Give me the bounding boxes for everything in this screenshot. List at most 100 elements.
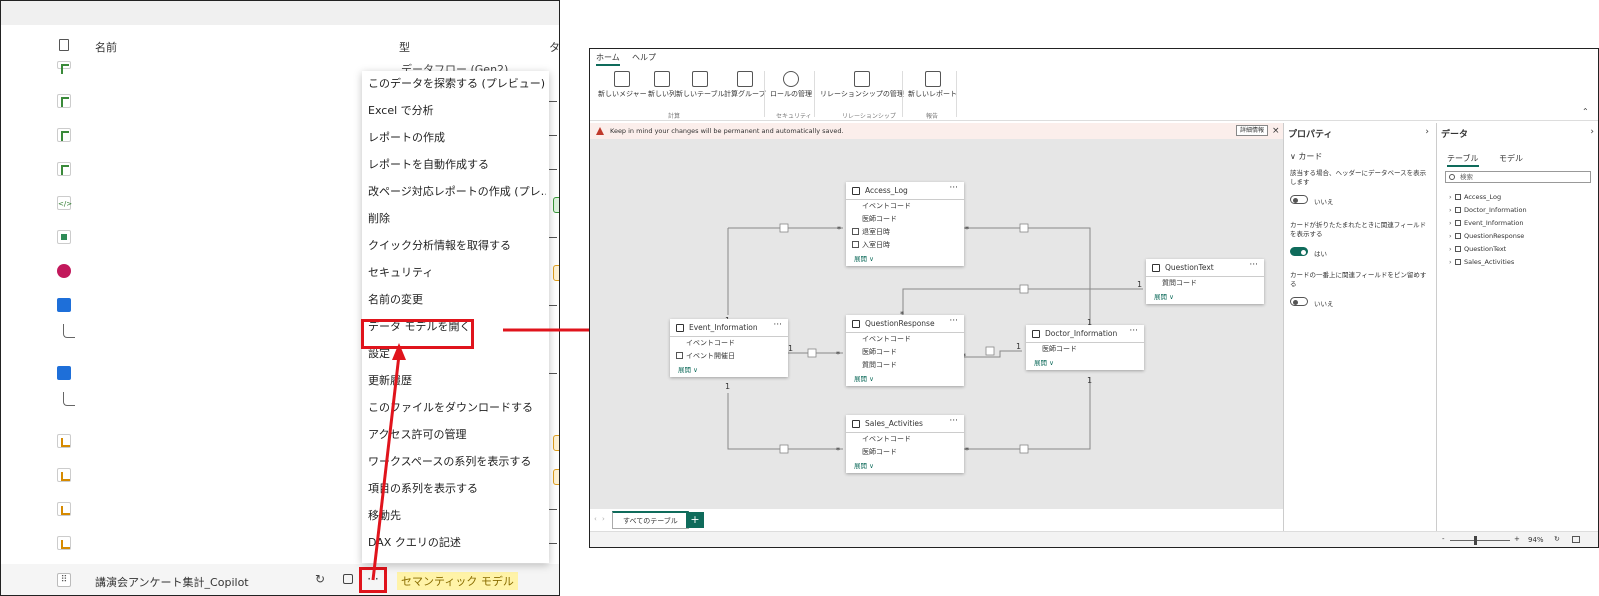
schedule-icon[interactable] [343,574,353,584]
report-icon [57,502,71,516]
menu-item-analyze-excel[interactable]: Excel で分析 [368,98,546,124]
cardinality-many: * [836,446,840,455]
table-card-sales-activities[interactable]: Sales_Activities ··· イベントコード 医師コード 展開 ∨ [846,415,964,473]
field-item[interactable]: イベントコード [846,433,964,446]
menu-item-explore[interactable]: このデータを探索する (プレビュー) [368,71,546,97]
zoom-slider-thumb[interactable] [1474,536,1477,545]
table-row-semantic-model[interactable]: ⠿ 講演会アンケート集計_Copilot ↻ ··· セマンティック モデル [1,564,559,595]
data-tree-item[interactable]: › Event_Information [1449,219,1524,227]
data-tree-item[interactable]: › Sales_Activities [1449,258,1514,266]
menu-item-dax-query[interactable]: DAX クエリの記述 [368,530,546,556]
new-table-button[interactable]: 新しいテーブル [676,71,725,99]
toggle-pin-related-fields[interactable] [1290,297,1308,306]
search-input[interactable]: 検索 [1445,171,1591,183]
relationship-icon [853,71,870,87]
menu-item-download[interactable]: このファイルをダウンロードする [368,395,546,421]
manage-relationships-button[interactable]: リレーションシップの管理 [820,71,904,99]
toggle-show-related-fields[interactable] [1290,247,1308,256]
tab-tables[interactable]: テーブル [1447,153,1479,167]
menu-item-auto-report[interactable]: レポートを自動作成する [368,152,546,178]
menu-item-delete[interactable]: 削除 [368,206,546,232]
cardinality-many: * [837,225,841,234]
calc-group-button[interactable]: 計算グループ [724,71,766,99]
collapse-ribbon-icon[interactable]: ⌃ [1582,107,1589,116]
more-options-icon[interactable]: ··· [773,320,782,330]
expand-link[interactable]: 展開 ∨ [1146,290,1264,304]
expand-link[interactable]: 展開 ∨ [846,459,964,473]
menu-item-workspace-lineage[interactable]: ワークスペースの系列を表示する [368,449,546,475]
field-item-date[interactable]: 退室日時 [846,226,964,239]
manage-roles-button[interactable]: ロールの管理 [770,71,812,99]
menu-item-refresh-history[interactable]: 更新履歴 [368,368,546,394]
menu-item-security[interactable]: セキュリティ [368,260,546,286]
fit-to-screen-icon[interactable] [1572,536,1580,543]
learn-more-button[interactable]: 詳細情報 [1236,125,1269,136]
new-report-button[interactable]: 新しいレポート [908,71,957,99]
menu-item-item-lineage[interactable]: 項目の系列を表示する [368,476,546,502]
collapse-pane-icon[interactable]: › [1425,127,1429,137]
data-tree-item[interactable]: › QuestionText [1449,245,1506,253]
data-tree-item[interactable]: › QuestionResponse [1449,232,1524,240]
table-card-event-information[interactable]: Event_Information ··· イベントコード イベント開催日 展開 … [670,319,788,377]
section-header-card[interactable]: ∨ カード [1290,151,1322,162]
table-card-question-response[interactable]: QuestionResponse ··· イベントコード 医師コード 質問コード … [846,315,964,386]
close-icon[interactable]: × [1272,123,1280,139]
item-name[interactable]: 講演会アンケート集計_Copilot [95,574,249,590]
field-item[interactable]: 質問コード [1146,277,1264,290]
column-header-more[interactable]: タ [549,39,559,55]
table-card-doctor-information[interactable]: Doctor_Information ··· 医師コード 展開 ∨ [1026,325,1144,370]
field-item[interactable]: 医師コード [846,346,964,359]
column-header-type[interactable]: 型 [399,39,410,55]
field-item[interactable]: イベントコード [846,200,964,213]
add-layout-button[interactable]: + [686,512,704,528]
menu-item-manage-permissions[interactable]: アクセス許可の管理 [368,422,546,448]
tab-home[interactable]: ホーム [596,52,620,66]
refresh-icon[interactable]: ↻ [315,572,325,586]
new-measure-button[interactable]: 新しいメジャー [598,71,647,99]
column-header-name[interactable]: 名前 [95,39,117,55]
expand-link[interactable]: 展開 ∨ [670,363,788,377]
collapse-pane-icon[interactable]: › [1590,127,1594,137]
field-item[interactable]: 医師コード [846,446,964,459]
field-item-date[interactable]: イベント開催日 [670,350,788,363]
menu-item-rename[interactable]: 名前の変更 [368,287,546,313]
field-item[interactable]: 医師コード [1026,343,1144,356]
toggle-show-database[interactable] [1290,195,1308,204]
new-column-button[interactable]: 新しい列 [648,71,676,99]
tab-prev-icon[interactable]: ‹ [594,515,597,523]
zoom-out-icon[interactable]: - [1442,535,1445,543]
menu-item-create-report[interactable]: レポートの作成 [368,125,546,151]
data-tree-item[interactable]: › Doctor_Information [1449,206,1527,214]
rel-line [962,227,1091,327]
rel-line [962,377,1091,450]
menu-item-quick-insights[interactable]: クイック分析情報を取得する [368,233,546,259]
more-options-icon[interactable]: ··· [1129,326,1138,336]
field-item[interactable]: 質問コード [846,359,964,372]
field-item[interactable]: イベントコード [846,333,964,346]
table-card-access-log[interactable]: Access_Log ··· イベントコード 医師コード 退室日時 入室日時 展開… [846,182,964,266]
zoom-in-icon[interactable]: + [1514,535,1520,543]
zoom-slider[interactable] [1450,540,1510,541]
more-options-icon[interactable]: ··· [949,183,958,193]
ribbon: 新しいメジャー 新しい列 新しいテーブル 計算グループ 計算 ロールの管理 セキ… [590,67,1598,121]
tab-next-icon[interactable]: › [602,515,605,523]
menu-item-paginated-report[interactable]: 改ページ対応レポートの作成 (プレ… [368,179,546,205]
field-item[interactable]: 医師コード [846,213,964,226]
more-options-icon[interactable]: ··· [1249,260,1258,270]
table-card-question-text[interactable]: QuestionText ··· 質問コード 展開 ∨ [1146,259,1264,304]
tab-help[interactable]: ヘルプ [632,52,656,63]
more-options-icon[interactable]: ··· [949,316,958,326]
tab-all-tables[interactable]: すべてのテーブル [612,511,689,529]
expand-link[interactable]: 展開 ∨ [846,372,964,386]
tab-model[interactable]: モデル [1499,153,1523,164]
more-options-button[interactable]: ··· [359,567,387,593]
more-options-icon[interactable]: ··· [949,416,958,426]
reset-zoom-icon[interactable]: ↻ [1554,535,1560,543]
model-diagram-canvas[interactable]: 1 * 1 * 1 * * 1 * 1 * 1 * 1 [590,139,1283,509]
expand-link[interactable]: 展開 ∨ [1026,356,1144,370]
data-tree-item[interactable]: › Access_Log [1449,193,1501,201]
expand-link[interactable]: 展開 ∨ [846,252,964,266]
menu-item-move-to[interactable]: 移動先 [368,503,546,529]
field-item[interactable]: イベントコード [670,337,788,350]
field-item-date[interactable]: 入室日時 [846,239,964,252]
